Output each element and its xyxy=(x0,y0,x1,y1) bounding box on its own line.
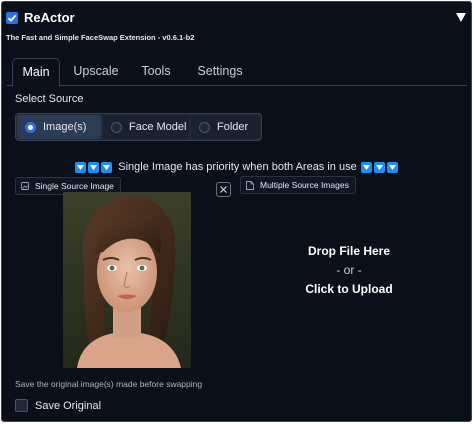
reactor-panel: ReActor The Fast and Simple FaceSwap Ext… xyxy=(1,1,472,422)
radio-folder[interactable]: Folder xyxy=(191,115,260,139)
clear-image-button[interactable] xyxy=(216,182,231,197)
radio-label: Folder xyxy=(217,121,249,133)
source-radio-group: Image(s) Face Model Folder xyxy=(15,113,262,141)
dropzone-line3: Click to Upload xyxy=(305,282,393,296)
tab-main[interactable]: Main xyxy=(12,58,60,87)
tab-settings[interactable]: Settings xyxy=(188,58,252,86)
close-icon xyxy=(220,186,227,193)
radio-indicator xyxy=(25,121,36,133)
panel-subtitle: The Fast and Simple FaceSwap Extension -… xyxy=(6,33,195,42)
radio-label: Image(s) xyxy=(43,121,87,133)
tab-tools[interactable]: Tools xyxy=(133,58,179,86)
image-icon xyxy=(21,182,29,190)
multiple-source-label: Multiple Source Images xyxy=(240,176,356,194)
collapse-caret-icon[interactable] xyxy=(456,13,466,22)
multiple-source-text: Multiple Source Images xyxy=(260,180,349,190)
save-original-hint: Save the original image(s) made before s… xyxy=(15,379,203,389)
down-arrow-icon xyxy=(101,161,113,173)
dropzone-line1: Drop File Here xyxy=(307,244,391,258)
source-face-image[interactable] xyxy=(63,192,191,368)
priority-note: Single Image has priority when both Area… xyxy=(2,159,471,175)
save-original-checkbox[interactable] xyxy=(15,399,28,412)
save-original-label: Save Original xyxy=(35,399,102,412)
upload-dropzone[interactable]: Drop File Here - or - Click to Upload xyxy=(264,242,434,299)
enable-checkbox[interactable] xyxy=(6,12,18,24)
tab-upscale[interactable]: Upscale xyxy=(65,58,127,86)
down-arrow-icon xyxy=(373,161,385,173)
down-arrow-icon xyxy=(88,161,100,173)
select-source-label: Select Source xyxy=(15,93,84,105)
file-icon xyxy=(246,180,254,190)
radio-face-model[interactable]: Face Model xyxy=(103,115,189,139)
dropzone-line2: - or - xyxy=(336,263,362,277)
tab-bar: Main Upscale Tools Settings xyxy=(7,58,467,87)
radio-label: Face Model xyxy=(129,121,187,133)
down-arrow-icon xyxy=(360,161,372,173)
down-arrow-icon xyxy=(75,161,87,173)
radio-images[interactable]: Image(s) xyxy=(17,115,101,139)
priority-note-text: Single Image has priority when both Area… xyxy=(118,161,357,173)
panel-title: ReActor xyxy=(24,10,75,25)
save-original-row[interactable]: Save Original xyxy=(15,399,101,412)
accordion-header[interactable]: ReActor xyxy=(6,10,466,28)
down-arrow-icon xyxy=(386,161,398,173)
radio-indicator xyxy=(111,121,122,133)
radio-indicator xyxy=(199,121,210,133)
single-source-text: Single Source Image xyxy=(35,181,114,191)
